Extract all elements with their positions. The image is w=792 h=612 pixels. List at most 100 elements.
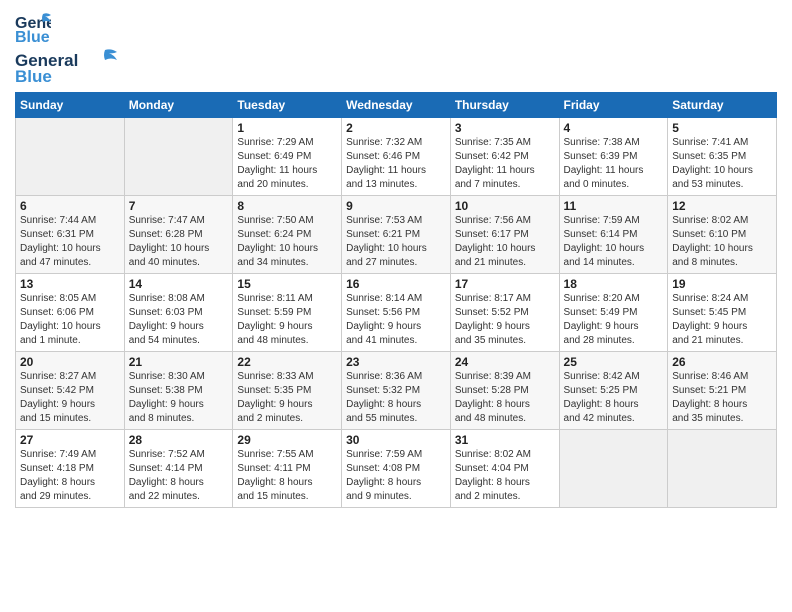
day-number: 11 — [564, 199, 664, 213]
calendar-cell: 2Sunrise: 7:32 AM Sunset: 6:46 PM Daylig… — [342, 118, 451, 196]
day-info: Sunrise: 8:17 AM Sunset: 5:52 PM Dayligh… — [455, 292, 555, 348]
calendar-cell: 22Sunrise: 8:33 AM Sunset: 5:35 PM Dayli… — [233, 352, 342, 430]
day-info: Sunrise: 8:02 AM Sunset: 4:04 PM Dayligh… — [455, 448, 555, 504]
calendar-cell: 10Sunrise: 7:56 AM Sunset: 6:17 PM Dayli… — [450, 196, 559, 274]
day-number: 26 — [672, 355, 772, 369]
weekday-header-row: SundayMondayTuesdayWednesdayThursdayFrid… — [16, 93, 777, 118]
calendar-week-row: 27Sunrise: 7:49 AM Sunset: 4:18 PM Dayli… — [16, 430, 777, 508]
calendar-cell: 9Sunrise: 7:53 AM Sunset: 6:21 PM Daylig… — [342, 196, 451, 274]
calendar-week-row: 1Sunrise: 7:29 AM Sunset: 6:49 PM Daylig… — [16, 118, 777, 196]
calendar-cell: 14Sunrise: 8:08 AM Sunset: 6:03 PM Dayli… — [124, 274, 233, 352]
calendar-cell: 28Sunrise: 7:52 AM Sunset: 4:14 PM Dayli… — [124, 430, 233, 508]
day-number: 7 — [129, 199, 229, 213]
calendar-cell: 25Sunrise: 8:42 AM Sunset: 5:25 PM Dayli… — [559, 352, 668, 430]
calendar-page: General Blue General Blue — [0, 0, 792, 518]
calendar-table: SundayMondayTuesdayWednesdayThursdayFrid… — [15, 92, 777, 508]
day-number: 23 — [346, 355, 446, 369]
day-info: Sunrise: 8:46 AM Sunset: 5:21 PM Dayligh… — [672, 370, 772, 426]
day-number: 19 — [672, 277, 772, 291]
calendar-cell: 6Sunrise: 7:44 AM Sunset: 6:31 PM Daylig… — [16, 196, 125, 274]
logo-icon: General Blue — [15, 10, 51, 46]
calendar-cell: 4Sunrise: 7:38 AM Sunset: 6:39 PM Daylig… — [559, 118, 668, 196]
calendar-week-row: 13Sunrise: 8:05 AM Sunset: 6:06 PM Dayli… — [16, 274, 777, 352]
calendar-week-row: 6Sunrise: 7:44 AM Sunset: 6:31 PM Daylig… — [16, 196, 777, 274]
weekday-header: Tuesday — [233, 93, 342, 118]
day-info: Sunrise: 7:49 AM Sunset: 4:18 PM Dayligh… — [20, 448, 120, 504]
header: General Blue General Blue — [15, 10, 777, 86]
day-info: Sunrise: 8:08 AM Sunset: 6:03 PM Dayligh… — [129, 292, 229, 348]
logo-text: General Blue — [15, 48, 125, 86]
day-number: 27 — [20, 433, 120, 447]
day-info: Sunrise: 8:24 AM Sunset: 5:45 PM Dayligh… — [672, 292, 772, 348]
day-number: 6 — [20, 199, 120, 213]
day-number: 17 — [455, 277, 555, 291]
calendar-cell — [668, 430, 777, 508]
svg-text:Blue: Blue — [15, 67, 52, 86]
day-number: 21 — [129, 355, 229, 369]
calendar-cell: 18Sunrise: 8:20 AM Sunset: 5:49 PM Dayli… — [559, 274, 668, 352]
calendar-cell: 21Sunrise: 8:30 AM Sunset: 5:38 PM Dayli… — [124, 352, 233, 430]
calendar-cell: 8Sunrise: 7:50 AM Sunset: 6:24 PM Daylig… — [233, 196, 342, 274]
day-number: 3 — [455, 121, 555, 135]
day-number: 29 — [237, 433, 337, 447]
day-number: 4 — [564, 121, 664, 135]
day-info: Sunrise: 8:14 AM Sunset: 5:56 PM Dayligh… — [346, 292, 446, 348]
calendar-cell — [559, 430, 668, 508]
calendar-cell: 5Sunrise: 7:41 AM Sunset: 6:35 PM Daylig… — [668, 118, 777, 196]
day-info: Sunrise: 8:02 AM Sunset: 6:10 PM Dayligh… — [672, 214, 772, 270]
day-number: 31 — [455, 433, 555, 447]
day-number: 5 — [672, 121, 772, 135]
calendar-cell: 16Sunrise: 8:14 AM Sunset: 5:56 PM Dayli… — [342, 274, 451, 352]
calendar-cell: 27Sunrise: 7:49 AM Sunset: 4:18 PM Dayli… — [16, 430, 125, 508]
day-info: Sunrise: 8:05 AM Sunset: 6:06 PM Dayligh… — [20, 292, 120, 348]
day-info: Sunrise: 8:39 AM Sunset: 5:28 PM Dayligh… — [455, 370, 555, 426]
day-number: 30 — [346, 433, 446, 447]
day-number: 8 — [237, 199, 337, 213]
day-info: Sunrise: 8:20 AM Sunset: 5:49 PM Dayligh… — [564, 292, 664, 348]
day-number: 20 — [20, 355, 120, 369]
day-info: Sunrise: 7:35 AM Sunset: 6:42 PM Dayligh… — [455, 136, 555, 192]
calendar-cell: 15Sunrise: 8:11 AM Sunset: 5:59 PM Dayli… — [233, 274, 342, 352]
day-info: Sunrise: 7:59 AM Sunset: 6:14 PM Dayligh… — [564, 214, 664, 270]
calendar-cell: 1Sunrise: 7:29 AM Sunset: 6:49 PM Daylig… — [233, 118, 342, 196]
day-number: 10 — [455, 199, 555, 213]
day-info: Sunrise: 7:55 AM Sunset: 4:11 PM Dayligh… — [237, 448, 337, 504]
day-number: 22 — [237, 355, 337, 369]
calendar-cell: 31Sunrise: 8:02 AM Sunset: 4:04 PM Dayli… — [450, 430, 559, 508]
day-info: Sunrise: 7:53 AM Sunset: 6:21 PM Dayligh… — [346, 214, 446, 270]
day-info: Sunrise: 7:41 AM Sunset: 6:35 PM Dayligh… — [672, 136, 772, 192]
calendar-cell: 23Sunrise: 8:36 AM Sunset: 5:32 PM Dayli… — [342, 352, 451, 430]
day-number: 13 — [20, 277, 120, 291]
day-number: 14 — [129, 277, 229, 291]
svg-text:Blue: Blue — [15, 29, 50, 46]
calendar-cell: 17Sunrise: 8:17 AM Sunset: 5:52 PM Dayli… — [450, 274, 559, 352]
day-info: Sunrise: 7:50 AM Sunset: 6:24 PM Dayligh… — [237, 214, 337, 270]
day-number: 18 — [564, 277, 664, 291]
day-info: Sunrise: 7:47 AM Sunset: 6:28 PM Dayligh… — [129, 214, 229, 270]
day-info: Sunrise: 8:30 AM Sunset: 5:38 PM Dayligh… — [129, 370, 229, 426]
day-number: 9 — [346, 199, 446, 213]
day-number: 12 — [672, 199, 772, 213]
calendar-cell: 20Sunrise: 8:27 AM Sunset: 5:42 PM Dayli… — [16, 352, 125, 430]
day-number: 25 — [564, 355, 664, 369]
calendar-cell: 7Sunrise: 7:47 AM Sunset: 6:28 PM Daylig… — [124, 196, 233, 274]
day-number: 2 — [346, 121, 446, 135]
day-number: 1 — [237, 121, 337, 135]
calendar-week-row: 20Sunrise: 8:27 AM Sunset: 5:42 PM Dayli… — [16, 352, 777, 430]
day-info: Sunrise: 8:36 AM Sunset: 5:32 PM Dayligh… — [346, 370, 446, 426]
day-info: Sunrise: 8:11 AM Sunset: 5:59 PM Dayligh… — [237, 292, 337, 348]
weekday-header: Saturday — [668, 93, 777, 118]
calendar-cell: 26Sunrise: 8:46 AM Sunset: 5:21 PM Dayli… — [668, 352, 777, 430]
calendar-cell — [16, 118, 125, 196]
day-info: Sunrise: 8:42 AM Sunset: 5:25 PM Dayligh… — [564, 370, 664, 426]
day-info: Sunrise: 8:27 AM Sunset: 5:42 PM Dayligh… — [20, 370, 120, 426]
day-info: Sunrise: 7:59 AM Sunset: 4:08 PM Dayligh… — [346, 448, 446, 504]
logo: General Blue General Blue — [15, 10, 125, 86]
calendar-cell: 3Sunrise: 7:35 AM Sunset: 6:42 PM Daylig… — [450, 118, 559, 196]
day-info: Sunrise: 7:44 AM Sunset: 6:31 PM Dayligh… — [20, 214, 120, 270]
weekday-header: Friday — [559, 93, 668, 118]
weekday-header: Sunday — [16, 93, 125, 118]
calendar-cell: 30Sunrise: 7:59 AM Sunset: 4:08 PM Dayli… — [342, 430, 451, 508]
calendar-cell: 12Sunrise: 8:02 AM Sunset: 6:10 PM Dayli… — [668, 196, 777, 274]
day-info: Sunrise: 7:52 AM Sunset: 4:14 PM Dayligh… — [129, 448, 229, 504]
